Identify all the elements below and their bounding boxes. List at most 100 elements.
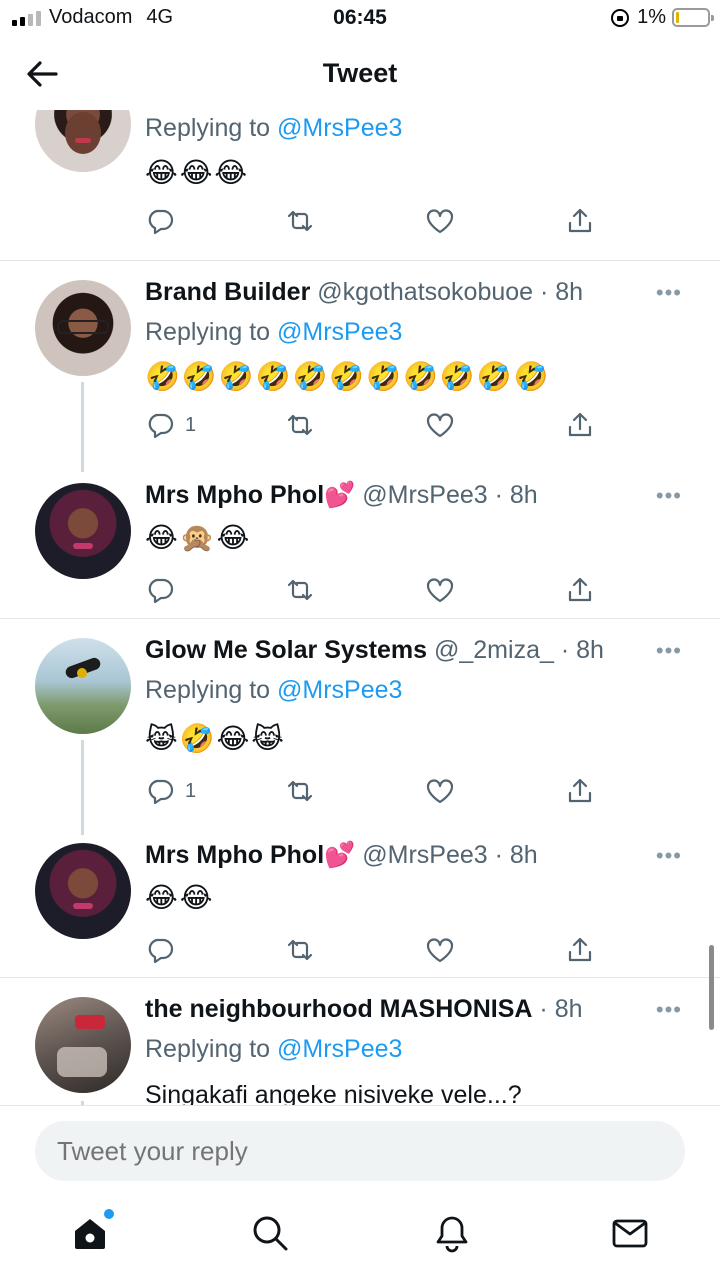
replying-to: Replying to @MrsPee3 <box>145 318 403 346</box>
tab-messages[interactable] <box>610 1213 654 1257</box>
more-options-button[interactable]: ••• <box>656 638 682 664</box>
battery-percent: 1% <box>637 6 666 28</box>
retweet-button[interactable] <box>285 933 315 967</box>
like-button[interactable] <box>425 408 455 442</box>
reply-icon <box>148 413 174 439</box>
retweet-icon <box>287 939 313 961</box>
reply-button[interactable] <box>145 573 175 607</box>
battery-icon <box>672 8 714 27</box>
author-name[interactable]: Glow Me Solar Systems <box>145 636 427 664</box>
tweet-text: 😂😂 <box>145 882 215 913</box>
like-button[interactable] <box>425 204 455 238</box>
tweet-item[interactable]: Replying to @MrsPee3 😂😂😂 <box>0 110 720 260</box>
tweet-item[interactable]: Brand Builder @kgothatsokobuoe · 8h ••• … <box>0 260 720 472</box>
tweet-text: 😹🤣😂😹 <box>145 723 287 754</box>
reply-button[interactable] <box>145 933 175 967</box>
author-handle: @_2miza_ · 8h <box>434 636 604 664</box>
reply-count: 1 <box>185 779 197 802</box>
heart-icon <box>426 578 454 603</box>
page-title: Tweet <box>322 58 398 88</box>
status-bar: Vodacom 4G 06:45 1% <box>0 0 720 38</box>
share-button[interactable] <box>565 774 595 808</box>
mention-link[interactable]: @MrsPee3 <box>277 1035 402 1063</box>
more-options-button[interactable]: ••• <box>656 843 682 869</box>
more-options-button[interactable]: ••• <box>656 280 682 306</box>
tweet-text: 😂😂😂 <box>145 157 250 188</box>
like-button[interactable] <box>425 933 455 967</box>
retweet-button[interactable] <box>285 204 315 238</box>
reply-icon <box>148 938 174 964</box>
reply-icon <box>148 209 174 235</box>
tab-home[interactable] <box>70 1209 114 1257</box>
home-icon <box>75 1219 105 1249</box>
tweet-actions <box>145 933 605 967</box>
like-button[interactable] <box>425 573 455 607</box>
avatar[interactable] <box>35 483 131 579</box>
tweet-text: Singakafi angeke nisiveke vele...? <box>145 1081 522 1105</box>
reply-count: 1 <box>185 413 197 436</box>
reply-icon <box>148 578 174 604</box>
tweet-item[interactable]: Glow Me Solar Systems @_2miza_ · 8h ••• … <box>0 618 720 835</box>
replying-to: Replying to @MrsPee3 <box>145 1035 403 1063</box>
tweet-text: 😂🙊😂 <box>145 522 252 553</box>
mention-link[interactable]: @MrsPee3 <box>277 114 402 142</box>
share-icon <box>568 778 592 803</box>
author-name[interactable]: Mrs Mpho Phol💕 <box>145 481 355 509</box>
replying-to: Replying to @MrsPee3 <box>145 676 403 704</box>
avatar[interactable] <box>35 280 131 376</box>
author-line: the neighbourhood MASHONISA · 8h <box>145 995 583 1024</box>
tweet-actions <box>145 204 605 238</box>
reply-button[interactable]: 1 <box>145 408 196 442</box>
reply-feed[interactable]: Replying to @MrsPee3 😂😂😂 Brand Builder @… <box>0 110 720 1105</box>
mail-icon <box>612 1219 648 1248</box>
author-name[interactable]: Brand Builder <box>145 278 310 306</box>
retweet-button[interactable] <box>285 573 315 607</box>
tweet-item[interactable]: the neighbourhood MASHONISA · 8h ••• Rep… <box>0 977 720 1105</box>
reply-button[interactable] <box>145 204 175 238</box>
thread-line <box>81 740 84 835</box>
share-button[interactable] <box>565 933 595 967</box>
heart-icon <box>426 209 454 234</box>
author-name[interactable]: the neighbourhood MASHONISA <box>145 995 532 1023</box>
share-icon <box>568 577 592 602</box>
author-handle: @MrsPee3 · 8h <box>362 841 538 869</box>
bottom-tab-bar <box>0 1195 720 1280</box>
share-button[interactable] <box>565 573 595 607</box>
mention-link[interactable]: @MrsPee3 <box>277 318 402 346</box>
avatar[interactable] <box>35 843 131 939</box>
author-line: Glow Me Solar Systems @_2miza_ · 8h <box>145 636 604 665</box>
tweet-item[interactable]: Mrs Mpho Phol💕 @MrsPee3 · 8h ••• 😂🙊😂 <box>0 465 720 617</box>
search-icon <box>253 1216 288 1251</box>
author-handle: · 8h <box>539 995 583 1023</box>
scrollbar[interactable] <box>709 945 714 1030</box>
tweet-item[interactable]: Mrs Mpho Phol💕 @MrsPee3 · 8h ••• 😂😂 <box>0 825 720 977</box>
more-options-button[interactable]: ••• <box>656 483 682 509</box>
mention-link[interactable]: @MrsPee3 <box>277 676 402 704</box>
reply-input[interactable] <box>35 1121 685 1181</box>
author-line: Brand Builder @kgothatsokobuoe · 8h <box>145 278 583 307</box>
share-button[interactable] <box>565 408 595 442</box>
thread-line <box>81 382 84 472</box>
retweet-button[interactable] <box>285 408 315 442</box>
share-icon <box>568 208 592 233</box>
author-name[interactable]: Mrs Mpho Phol💕 <box>145 841 355 869</box>
author-handle: @MrsPee3 · 8h <box>362 481 538 509</box>
notification-dot <box>104 1209 114 1219</box>
tab-search[interactable] <box>250 1213 294 1257</box>
share-icon <box>568 412 592 437</box>
tweet-actions: 1 <box>145 774 605 808</box>
heart-icon <box>426 779 454 804</box>
like-button[interactable] <box>425 774 455 808</box>
tab-notifications[interactable] <box>432 1213 476 1257</box>
share-button[interactable] <box>565 204 595 238</box>
more-options-button[interactable]: ••• <box>656 997 682 1023</box>
avatar[interactable] <box>35 638 131 734</box>
retweet-icon <box>287 414 313 436</box>
avatar[interactable] <box>35 997 131 1093</box>
reply-icon <box>148 779 174 805</box>
retweet-icon <box>287 210 313 232</box>
retweet-button[interactable] <box>285 774 315 808</box>
reply-button[interactable]: 1 <box>145 774 196 808</box>
retweet-icon <box>287 780 313 802</box>
avatar[interactable] <box>35 110 131 172</box>
